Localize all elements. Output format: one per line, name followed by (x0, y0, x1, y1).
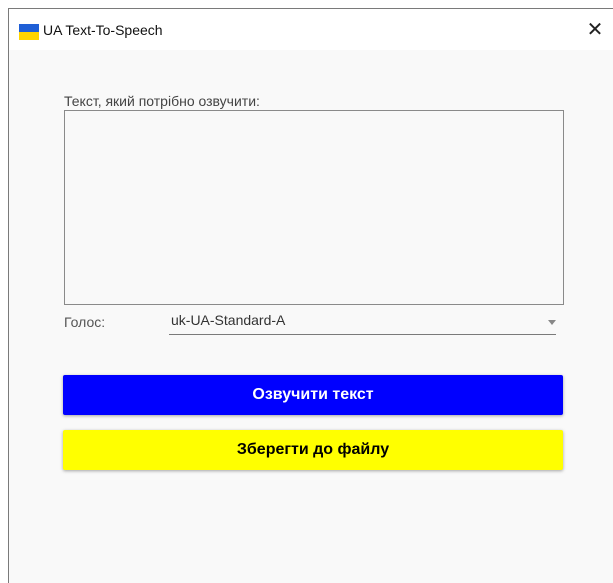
text-input-label: Текст, який потрібно озвучити: (64, 93, 260, 109)
close-icon: ✕ (586, 19, 604, 41)
voice-label: Голос: (64, 314, 106, 330)
title-bar[interactable]: UA Text-To-Speech ✕ (9, 9, 613, 50)
app-window: UA Text-To-Speech ✕ Текст, який потрібно… (8, 8, 613, 583)
save-button-label: Зберегти до файлу (236, 441, 390, 458)
window-title: UA Text-To-Speech (43, 22, 163, 38)
save-to-file-button[interactable]: Зберегти до файлу (63, 430, 563, 470)
ukraine-flag-icon (19, 24, 39, 40)
close-button[interactable]: ✕ (577, 9, 613, 50)
text-input[interactable] (64, 110, 564, 305)
speak-button-label: Озвучити текст (252, 386, 374, 403)
chevron-down-icon (548, 320, 556, 325)
voice-select-value: uk-UA-Standard-A (171, 312, 286, 328)
speak-button[interactable]: Озвучити текст (63, 375, 563, 415)
voice-select[interactable]: uk-UA-Standard-A (169, 309, 556, 335)
